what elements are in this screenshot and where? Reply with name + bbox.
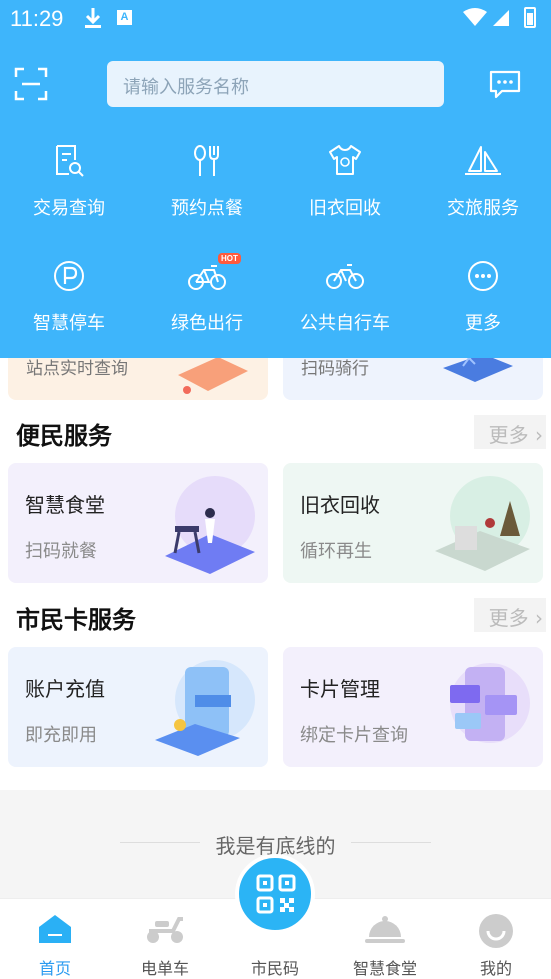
canteen-illustration-icon bbox=[165, 476, 255, 574]
divider-right bbox=[351, 842, 431, 843]
search-input[interactable]: 请输入服务名称 bbox=[107, 61, 444, 107]
service-clothes-recycle[interactable]: 旧衣回收 bbox=[276, 144, 414, 234]
bicycle-icon bbox=[326, 264, 364, 289]
card-subtitle: 循环再生 bbox=[300, 541, 372, 562]
section-title-citizen-card: 市民卡服务 bbox=[16, 606, 136, 634]
status-time: 11:29 bbox=[10, 6, 64, 31]
service-label: 更多 bbox=[465, 313, 501, 334]
service-trade-query[interactable]: 交易查询 bbox=[0, 144, 138, 234]
tab-smart-canteen[interactable]: 智慧食堂 bbox=[330, 899, 440, 979]
service-label: 预约点餐 bbox=[171, 198, 243, 219]
parking-icon bbox=[54, 261, 84, 291]
dish-cover-icon bbox=[365, 916, 405, 943]
card-smart-canteen[interactable]: 智慧食堂 扫码就餐 bbox=[8, 463, 268, 583]
tab-home[interactable]: 首页 bbox=[0, 899, 110, 979]
service-label: 交易查询 bbox=[33, 198, 105, 219]
scooter-icon bbox=[147, 917, 183, 943]
service-reserve-meal[interactable]: 预约点餐 bbox=[138, 144, 276, 234]
card-clothes-recycle[interactable]: 旧衣回收 循环再生 bbox=[283, 463, 543, 583]
card-subtitle: 绑定卡片查询 bbox=[300, 725, 408, 746]
service-label: 交旅服务 bbox=[447, 198, 519, 219]
more-link-convenience-label[interactable]: 更多 › bbox=[489, 419, 543, 448]
qr-code-icon bbox=[256, 874, 296, 914]
scan-icon[interactable] bbox=[14, 67, 48, 101]
citizen-code-button[interactable] bbox=[235, 854, 315, 934]
fork-spoon-icon bbox=[194, 145, 219, 176]
card-title: 旧衣回收 bbox=[300, 493, 380, 517]
download-icon bbox=[85, 8, 101, 28]
profile-face-icon bbox=[479, 914, 513, 948]
header: 11:29 A 请输入服务名称 交易查询 预约点餐 旧衣回收 交旅服务 智慧停车… bbox=[0, 0, 551, 358]
sail-travel-icon bbox=[465, 146, 501, 175]
service-green-travel[interactable]: HOT 绿色出行 bbox=[138, 253, 276, 349]
ebike-icon bbox=[188, 265, 226, 290]
receipt-search-icon bbox=[56, 145, 84, 177]
status-bar: 11:29 A bbox=[0, 0, 551, 36]
service-label: 智慧停车 bbox=[33, 313, 105, 334]
card-title: 卡片管理 bbox=[300, 677, 380, 701]
search-placeholder: 请输入服务名称 bbox=[123, 77, 249, 98]
card-title: 账户充值 bbox=[25, 677, 105, 701]
more-label: 更多 bbox=[488, 423, 529, 447]
tab-ebike[interactable]: 电单车 bbox=[110, 899, 220, 979]
tab-label: 市民码 bbox=[250, 959, 299, 978]
card-account-recharge[interactable]: 账户充值 即充即用 bbox=[8, 647, 268, 767]
tab-label: 首页 bbox=[38, 959, 71, 978]
tab-label: 电单车 bbox=[140, 959, 189, 978]
tab-label: 智慧食堂 bbox=[352, 959, 417, 978]
card-subtitle: 即充即用 bbox=[25, 725, 97, 746]
service-more[interactable]: 更多 bbox=[414, 259, 551, 349]
card-subtitle: 扫码就餐 bbox=[25, 541, 97, 562]
a-notification-icon: A bbox=[117, 10, 132, 25]
card-management-illustration-icon bbox=[450, 663, 530, 743]
section-title-convenience: 便民服务 bbox=[16, 422, 112, 450]
card-card-management[interactable]: 卡片管理 绑定卡片查询 bbox=[283, 647, 543, 767]
service-label: 公共自行车 bbox=[300, 313, 390, 334]
service-smart-parking[interactable]: 智慧停车 bbox=[0, 259, 138, 349]
tab-label: 我的 bbox=[479, 959, 512, 978]
service-public-bicycle[interactable]: 公共自行车 bbox=[276, 259, 414, 349]
more-dots-icon bbox=[468, 261, 498, 291]
service-label: 绿色出行 bbox=[171, 313, 243, 334]
card-title: 智慧食堂 bbox=[25, 493, 105, 517]
home-icon bbox=[39, 915, 71, 943]
recharge-illustration-icon bbox=[155, 660, 255, 756]
tab-mine[interactable]: 我的 bbox=[441, 899, 551, 979]
service-label: 旧衣回收 bbox=[309, 198, 381, 219]
signal-battery-icons bbox=[463, 7, 536, 28]
recycle-illustration-icon bbox=[435, 476, 530, 571]
message-icon[interactable] bbox=[488, 69, 522, 99]
service-transport-travel[interactable]: 交旅服务 bbox=[414, 144, 551, 234]
more-link-citizen-label[interactable]: 更多 › bbox=[489, 602, 543, 631]
more-label: 更多 bbox=[488, 606, 529, 630]
tshirt-recycle-icon bbox=[329, 145, 361, 175]
